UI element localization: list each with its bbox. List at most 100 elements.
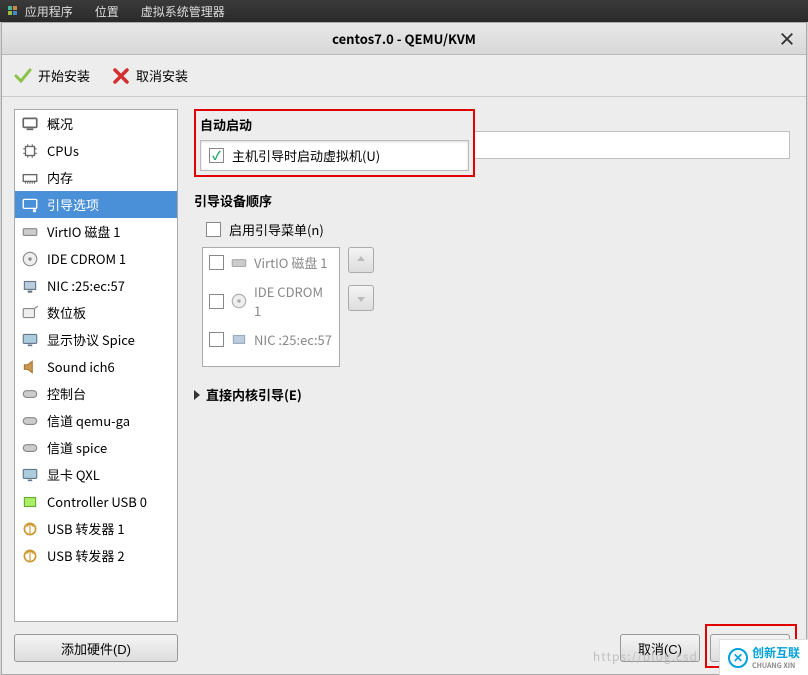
cancel-install-label: 取消安装 <box>136 66 188 85</box>
sidebar-item-label: 内存 <box>47 168 73 187</box>
watermark-url: https://blog.csd <box>593 648 698 665</box>
boot-icon <box>21 196 39 214</box>
autostart-label[interactable]: 主机引导时启动虚拟机(U) <box>232 146 380 165</box>
boot-order-title: 引导设备顺序 <box>194 191 790 210</box>
video-icon <box>21 466 39 484</box>
boot-item-nic[interactable]: NIC :25:ec:57 <box>203 325 339 354</box>
expand-right-icon <box>194 390 200 400</box>
check-icon <box>14 67 32 85</box>
sidebar-item-label: 引导选项 <box>47 195 99 214</box>
sidebar-item-label: 数位板 <box>47 303 86 322</box>
sidebar-item-label: CPUs <box>47 141 79 160</box>
hardware-list[interactable]: 概况 CPUs 内存 引导选项 VirtIO 磁盘 1 <box>14 109 178 622</box>
display-icon <box>21 331 39 349</box>
cdrom-icon <box>230 292 248 310</box>
direct-kernel-expander[interactable]: 直接内核引导(E) <box>194 385 790 404</box>
sidebar-item-memory[interactable]: 内存 <box>15 164 177 191</box>
boot-item-label: IDE CDROM 1 <box>254 282 333 320</box>
sidebar-item-label: VirtIO 磁盘 1 <box>47 222 121 241</box>
sidebar-item-boot[interactable]: 引导选项 <box>15 191 177 218</box>
autostart-extra-field <box>475 131 790 159</box>
boot-device-list[interactable]: VirtIO 磁盘 1 IDE CDROM 1 NIC :25:ec:57 <box>202 247 340 367</box>
x-icon <box>112 67 130 85</box>
desktop-menubar: 应用程序 位置 虚拟系统管理器 <box>0 0 808 22</box>
sidebar-item-tablet[interactable]: 数位板 <box>15 299 177 326</box>
channel-icon <box>21 412 39 430</box>
disk-icon <box>21 223 39 241</box>
move-down-button[interactable] <box>348 285 374 311</box>
sidebar-item-label: NIC :25:ec:57 <box>47 276 125 295</box>
channel-icon <box>21 439 39 457</box>
sidebar-item-nic[interactable]: NIC :25:ec:57 <box>15 272 177 299</box>
sidebar-item-label: USB 转发器 2 <box>47 546 125 565</box>
sidebar-item-disk[interactable]: VirtIO 磁盘 1 <box>15 218 177 245</box>
usb-icon <box>21 520 39 538</box>
usb-ctrl-icon <box>21 493 39 511</box>
boot-item-cdrom[interactable]: IDE CDROM 1 <box>203 277 339 325</box>
nic-icon <box>21 277 39 295</box>
sidebar-item-sound[interactable]: Sound ich6 <box>15 353 177 380</box>
places-menu[interactable]: 位置 <box>95 3 119 20</box>
watermark-sub: CHUANG XIN <box>752 661 800 671</box>
memory-icon <box>21 169 39 187</box>
sidebar-item-label: 显示协议 Spice <box>47 330 135 349</box>
watermark-badge: ✕ 创新互联 CHUANG XIN <box>719 639 808 675</box>
sidebar-item-label: USB 转发器 1 <box>47 519 125 538</box>
sidebar-item-usb-ctrl[interactable]: Controller USB 0 <box>15 488 177 515</box>
autostart-title: 自动启动 <box>200 115 469 134</box>
window-titlebar: centos7.0 - QEMU/KVM × <box>2 23 806 55</box>
close-button[interactable]: × <box>778 26 796 52</box>
autostart-checkbox[interactable] <box>209 148 224 163</box>
autostart-field: 主机引导时启动虚拟机(U) <box>200 140 469 171</box>
window-title: centos7.0 - QEMU/KVM <box>332 29 476 48</box>
vm-window: centos7.0 - QEMU/KVM × 开始安装 取消安装 概况 <box>1 22 807 675</box>
tablet-icon <box>21 304 39 322</box>
sidebar-item-label: 信道 spice <box>47 438 107 457</box>
centos-logo-icon <box>8 3 18 13</box>
sidebar-item-label: 概况 <box>47 114 73 133</box>
toolbar: 开始安装 取消安装 <box>2 55 806 97</box>
sidebar-item-label: Controller USB 0 <box>47 492 147 511</box>
boot-item-disk[interactable]: VirtIO 磁盘 1 <box>203 248 339 277</box>
autostart-highlight: 自动启动 主机引导时启动虚拟机(U) <box>194 109 475 177</box>
boot-item-label: NIC :25:ec:57 <box>254 330 332 349</box>
nic-icon <box>230 331 248 349</box>
apps-menu[interactable]: 应用程序 <box>8 3 73 20</box>
vmm-menu[interactable]: 虚拟系统管理器 <box>141 3 225 20</box>
sidebar-item-channel-spice[interactable]: 信道 spice <box>15 434 177 461</box>
boot-menu-label[interactable]: 启用引导菜单(n) <box>229 220 324 239</box>
move-up-button[interactable] <box>348 247 374 273</box>
console-icon <box>21 385 39 403</box>
cancel-install-button[interactable]: 取消安装 <box>108 63 192 88</box>
sidebar-item-label: 信道 qemu-ga <box>47 411 130 430</box>
sidebar-item-label: 显卡 QXL <box>47 465 100 484</box>
boot-item-checkbox[interactable] <box>209 332 224 347</box>
overview-icon <box>21 115 39 133</box>
start-install-label: 开始安装 <box>38 66 90 85</box>
add-hardware-button[interactable]: 添加硬件(D) <box>14 634 178 662</box>
sidebar-item-label: 控制台 <box>47 384 86 403</box>
disk-icon <box>230 254 248 272</box>
sidebar-item-usb-redir1[interactable]: USB 转发器 1 <box>15 515 177 542</box>
sound-icon <box>21 358 39 376</box>
sidebar-item-cpus[interactable]: CPUs <box>15 137 177 164</box>
sidebar-item-label: Sound ich6 <box>47 357 115 376</box>
usb-icon <box>21 547 39 565</box>
sidebar-item-video[interactable]: 显卡 QXL <box>15 461 177 488</box>
sidebar-item-console[interactable]: 控制台 <box>15 380 177 407</box>
sidebar-item-channel-qemu[interactable]: 信道 qemu-ga <box>15 407 177 434</box>
sidebar-item-display[interactable]: 显示协议 Spice <box>15 326 177 353</box>
sidebar-item-overview[interactable]: 概况 <box>15 110 177 137</box>
boot-item-checkbox[interactable] <box>209 294 224 309</box>
start-install-button[interactable]: 开始安装 <box>10 63 94 88</box>
direct-kernel-label: 直接内核引导(E) <box>206 385 302 404</box>
details-panel: 自动启动 主机引导时启动虚拟机(U) 引导设备顺序 启用引导菜单(n) <box>178 97 806 674</box>
sidebar-item-cdrom[interactable]: IDE CDROM 1 <box>15 245 177 272</box>
boot-menu-checkbox[interactable] <box>206 222 221 237</box>
sidebar-item-usb-redir2[interactable]: USB 转发器 2 <box>15 542 177 569</box>
boot-item-label: VirtIO 磁盘 1 <box>254 253 328 272</box>
watermark-text: 创新互联 <box>752 644 800 661</box>
hardware-sidebar: 概况 CPUs 内存 引导选项 VirtIO 磁盘 1 <box>2 97 178 674</box>
watermark-icon: ✕ <box>728 648 748 668</box>
boot-item-checkbox[interactable] <box>209 255 224 270</box>
